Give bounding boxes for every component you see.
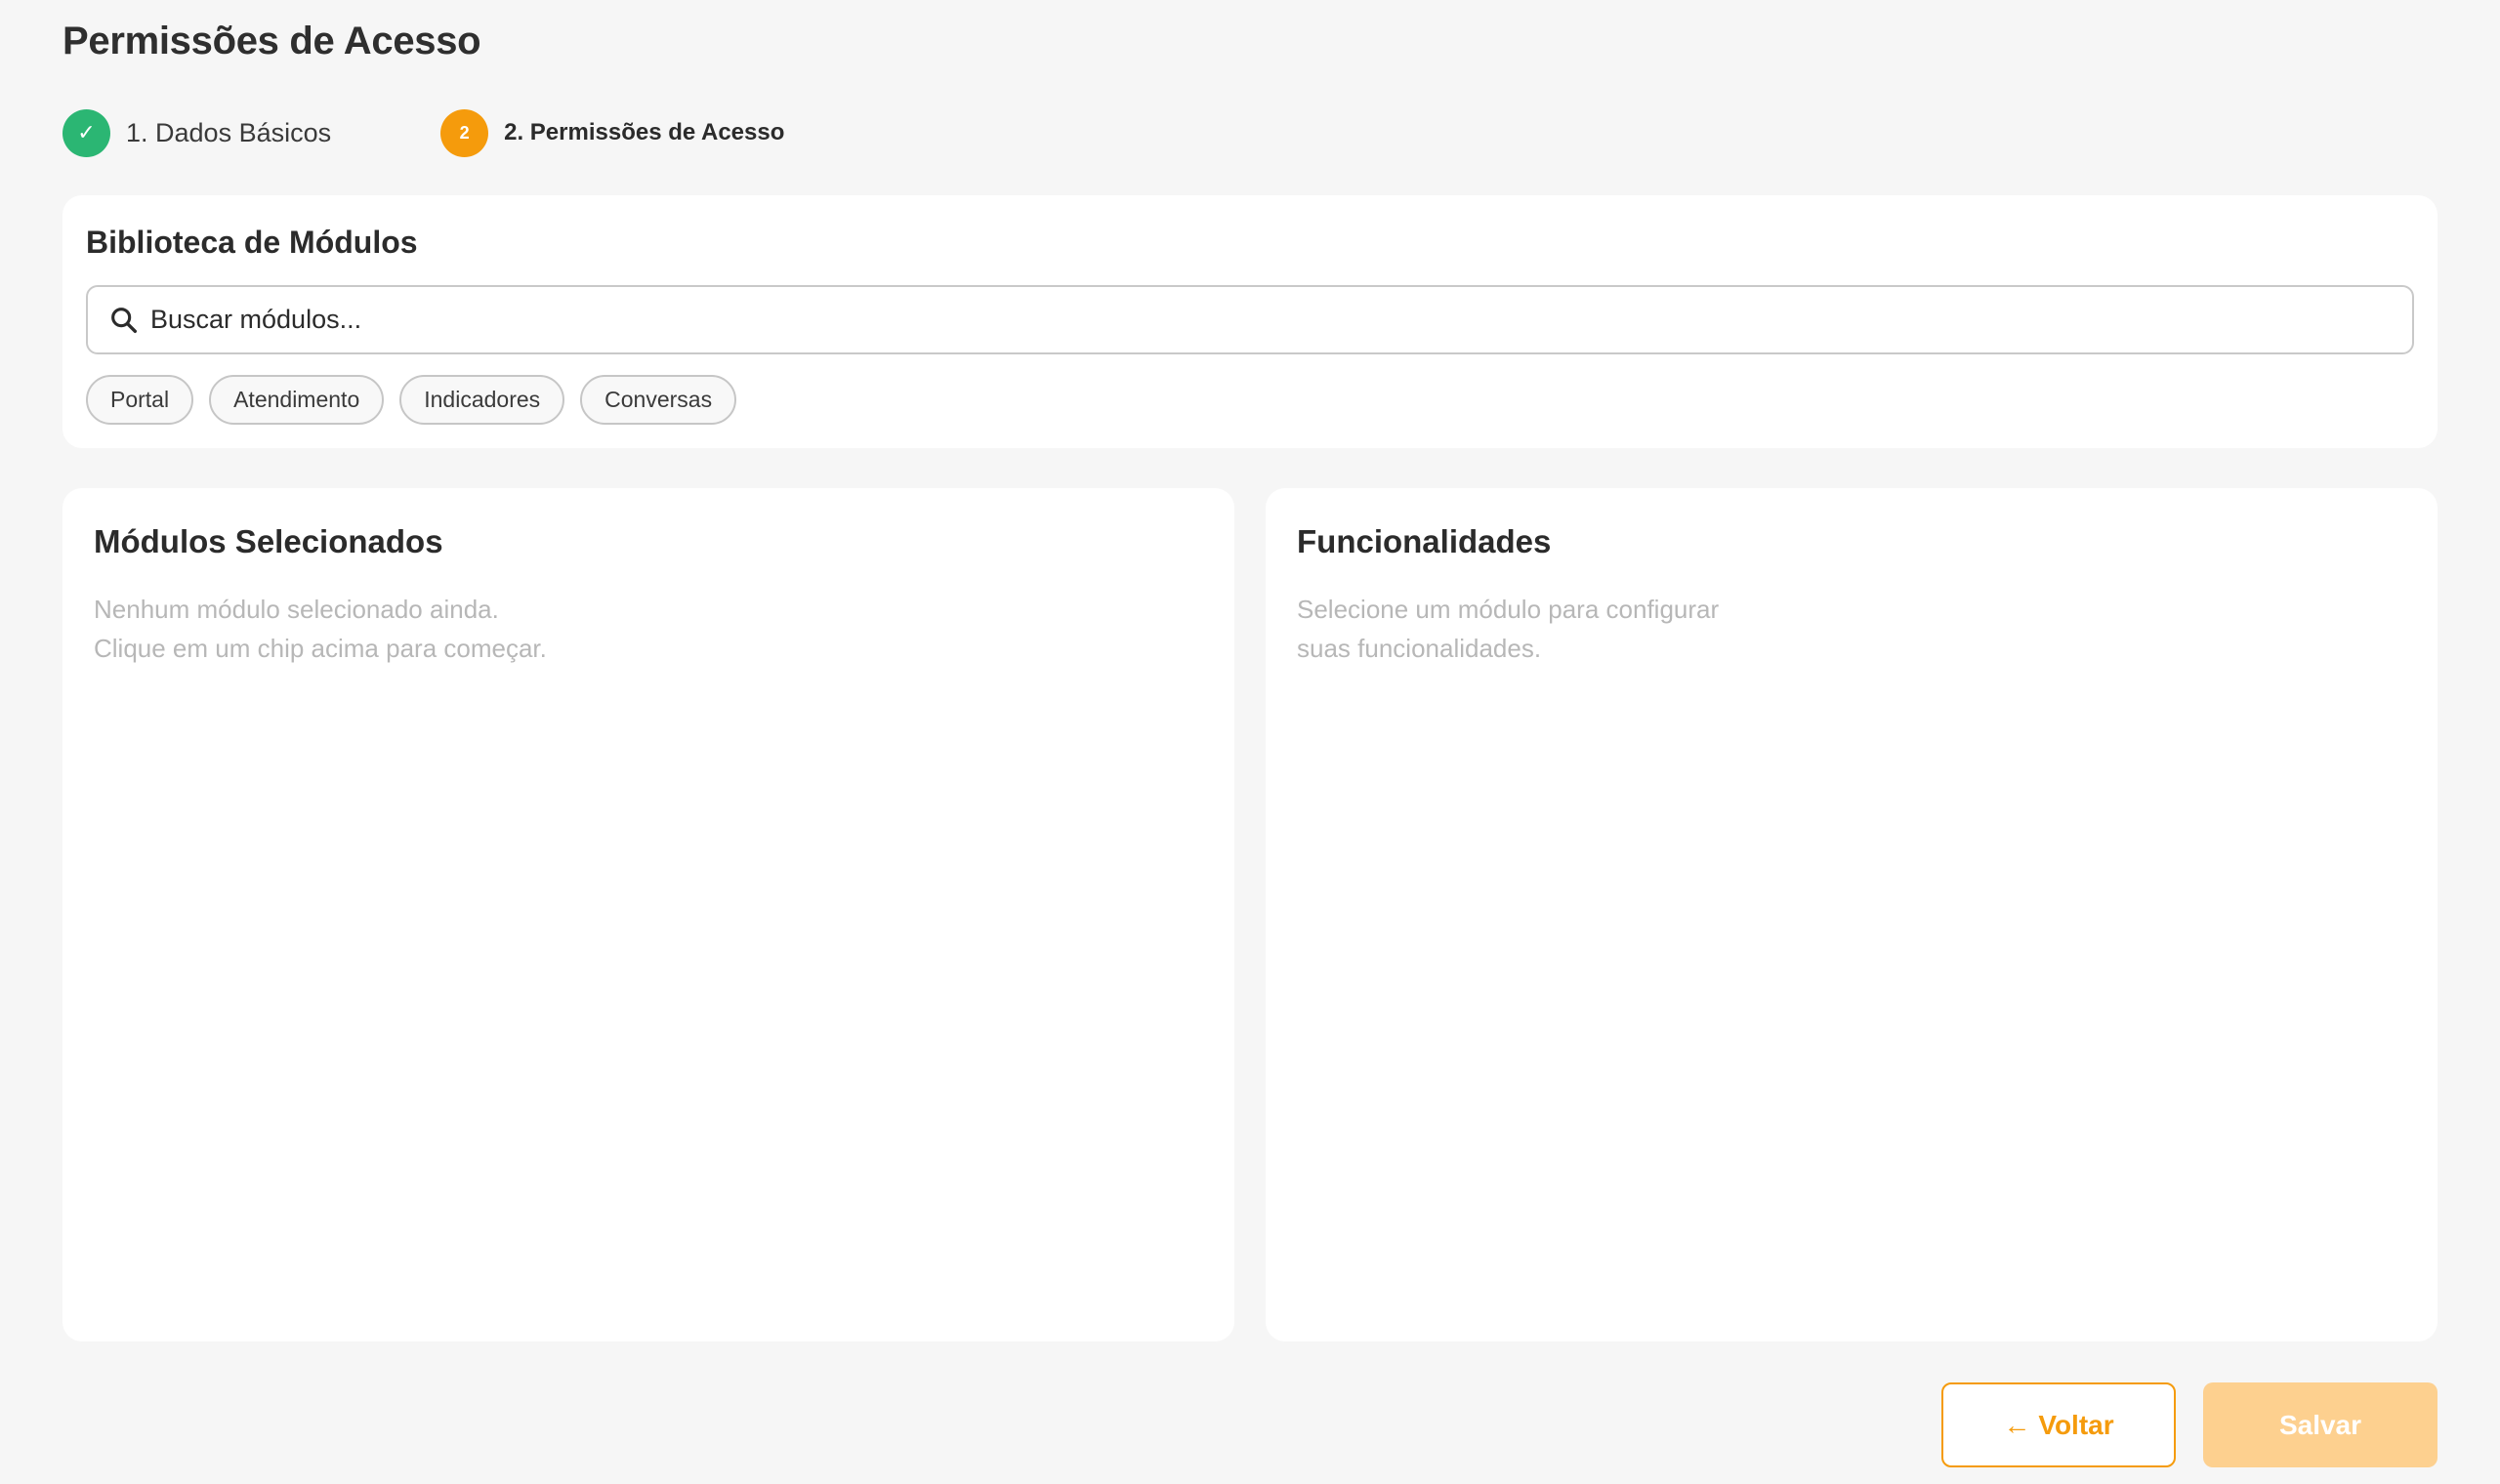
features-empty-state: Selecione um módulo para configurar suas…	[1297, 590, 1719, 668]
chip-indicadores[interactable]: Indicadores	[399, 375, 565, 425]
step-number-badge: 2	[440, 108, 489, 157]
chip-portal[interactable]: Portal	[86, 375, 194, 425]
empty-state-line: Nenhum módulo selecionado ainda.	[94, 595, 499, 624]
selected-modules-title: Módulos Selecionados	[94, 523, 443, 559]
step-label: 1. Dados Básicos	[126, 117, 332, 147]
empty-state-line: suas funcionalidades.	[1297, 634, 1542, 663]
back-button[interactable]: ← Voltar	[1941, 1382, 2176, 1467]
search-input[interactable]	[150, 287, 2412, 352]
step-permissoes-acesso[interactable]: 2 2. Permissões de Acesso	[440, 108, 785, 157]
back-button-label: Voltar	[2038, 1409, 2114, 1440]
chip-atendimento[interactable]: Atendimento	[209, 375, 385, 425]
step-label: 2. Permissões de Acesso	[504, 119, 785, 145]
module-chips: Portal Atendimento Indicadores Conversas	[86, 375, 752, 425]
selected-modules-empty-state: Nenhum módulo selecionado ainda. Clique …	[94, 590, 547, 668]
chip-conversas[interactable]: Conversas	[580, 375, 737, 425]
empty-state-line: Clique em um chip acima para começar.	[94, 634, 547, 663]
stepper: ✓ 1. Dados Básicos 2 2. Permissões de Ac…	[62, 108, 784, 157]
search-box[interactable]	[86, 285, 2414, 354]
module-library-title: Biblioteca de Módulos	[86, 225, 418, 260]
arrow-left-icon: ←	[2003, 1409, 2031, 1440]
module-library-card: Biblioteca de Módulos Portal Atendimento…	[62, 195, 2438, 448]
features-title: Funcionalidades	[1297, 523, 1552, 559]
selected-modules-panel: Módulos Selecionados Nenhum módulo selec…	[62, 488, 1234, 1341]
save-button[interactable]: Salvar	[2203, 1382, 2438, 1467]
empty-state-line: Selecione um módulo para configurar	[1297, 595, 1720, 624]
features-panel: Funcionalidades Selecione um módulo para…	[1266, 488, 2438, 1341]
search-icon	[111, 307, 138, 333]
page-title: Permissões de Acesso	[62, 20, 481, 62]
check-icon: ✓	[62, 108, 110, 157]
step-dados-basicos[interactable]: ✓ 1. Dados Básicos	[62, 108, 332, 157]
